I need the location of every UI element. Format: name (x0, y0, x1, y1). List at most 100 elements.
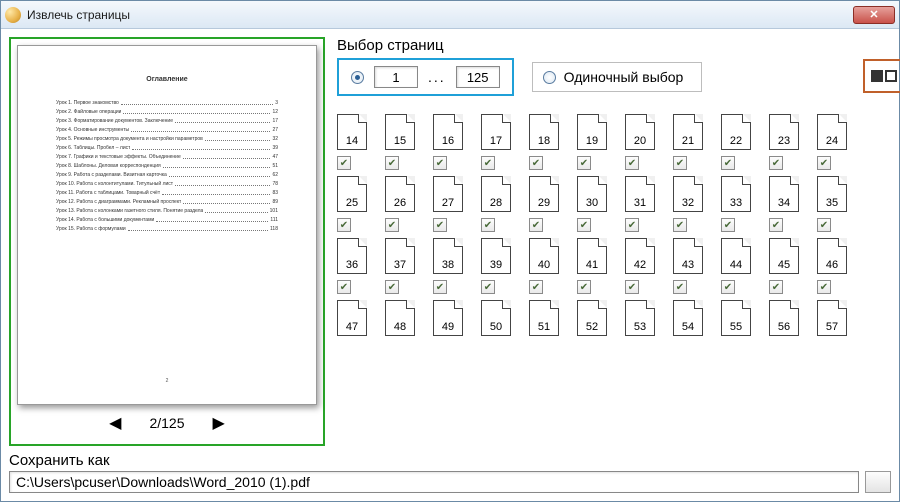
page-checkbox[interactable]: ✔ (481, 280, 495, 294)
page-thumbnail[interactable]: 17 (481, 114, 511, 150)
page-checkbox[interactable]: ✔ (481, 156, 495, 170)
page-thumbnail[interactable]: 19 (577, 114, 607, 150)
page-checkbox[interactable]: ✔ (337, 156, 351, 170)
range-from-input[interactable] (374, 66, 418, 88)
page-thumbnail[interactable]: 33 (721, 176, 751, 212)
page-thumbnail[interactable]: 53 (625, 300, 655, 336)
page-checkbox[interactable]: ✔ (385, 218, 399, 232)
browse-button[interactable] (865, 471, 891, 493)
page-checkbox[interactable]: ✔ (481, 218, 495, 232)
page-checkbox[interactable]: ✔ (673, 280, 687, 294)
page-checkbox[interactable]: ✔ (433, 156, 447, 170)
page-thumbnail[interactable]: 34 (769, 176, 799, 212)
page-thumbnail[interactable]: 52 (577, 300, 607, 336)
page-checkbox[interactable]: ✔ (577, 156, 591, 170)
page-thumbnail[interactable]: 27 (433, 176, 463, 212)
page-thumbnail[interactable]: 24 (817, 114, 847, 150)
page-thumbnail[interactable]: 37 (385, 238, 415, 274)
page-checkbox[interactable]: ✔ (625, 218, 639, 232)
page-thumbnail[interactable]: 26 (385, 176, 415, 212)
page-thumbnail[interactable]: 40 (529, 238, 559, 274)
page-thumbnail[interactable]: 57 (817, 300, 847, 336)
prev-page-button[interactable]: ◀ (109, 413, 121, 433)
page-thumbnail[interactable]: 20 (625, 114, 655, 150)
page-thumbnail[interactable]: 42 (625, 238, 655, 274)
page-thumbnail[interactable]: 36 (337, 238, 367, 274)
page-checkbox[interactable]: ✔ (529, 156, 543, 170)
page-checkbox[interactable]: ✔ (721, 218, 735, 232)
page-checkbox[interactable]: ✔ (817, 156, 831, 170)
page-thumbnail[interactable]: 56 (769, 300, 799, 336)
page-checkbox[interactable]: ✔ (769, 218, 783, 232)
page-thumbnail[interactable]: 25 (337, 176, 367, 212)
page-thumbnail[interactable]: 45 (769, 238, 799, 274)
page-checkbox[interactable]: ✔ (577, 280, 591, 294)
page-checkbox[interactable]: ✔ (817, 280, 831, 294)
page-thumbnail[interactable]: 39 (481, 238, 511, 274)
save-path-input[interactable] (9, 471, 859, 493)
page-checkbox[interactable]: ✔ (577, 218, 591, 232)
page-checkbox[interactable]: ✔ (769, 280, 783, 294)
page-checkbox[interactable]: ✔ (673, 156, 687, 170)
range-to-input[interactable] (456, 66, 500, 88)
toc-entry: Урок 8. Шаблоны. Деловая корреспонденция… (56, 163, 278, 169)
page-checkbox[interactable]: ✔ (625, 156, 639, 170)
window-title: Извлечь страницы (27, 8, 853, 22)
page-thumbnail[interactable]: 22 (721, 114, 751, 150)
list-view-icon (885, 70, 897, 82)
page-thumbnail[interactable]: 49 (433, 300, 463, 336)
page-thumbnail[interactable]: 55 (721, 300, 751, 336)
single-radio[interactable] (543, 71, 556, 84)
page-thumbnail[interactable]: 16 (433, 114, 463, 150)
view-mode-toggle[interactable] (863, 59, 900, 93)
page-thumbnail[interactable]: 50 (481, 300, 511, 336)
page-thumbnail[interactable]: 32 (673, 176, 703, 212)
page-thumbnail[interactable]: 29 (529, 176, 559, 212)
page-checkbox[interactable]: ✔ (385, 280, 399, 294)
page-checkbox[interactable]: ✔ (769, 156, 783, 170)
page-thumbnail[interactable]: 21 (673, 114, 703, 150)
page-thumbnail[interactable]: 14 (337, 114, 367, 150)
page-checkbox[interactable]: ✔ (433, 280, 447, 294)
single-selector-label: Одиночный выбор (564, 69, 684, 85)
close-button[interactable]: ✕ (853, 6, 895, 24)
page-checkbox[interactable]: ✔ (337, 218, 351, 232)
page-thumbnail[interactable]: 28 (481, 176, 511, 212)
range-radio[interactable] (351, 71, 364, 84)
page-thumbnail[interactable]: 44 (721, 238, 751, 274)
page-thumbnail[interactable]: 35 (817, 176, 847, 212)
toc-entry: Урок 14. Работа с большими документами11… (56, 217, 278, 223)
page-checkbox[interactable]: ✔ (625, 280, 639, 294)
page-checkbox[interactable]: ✔ (433, 218, 447, 232)
page-thumbnail[interactable]: 30 (577, 176, 607, 212)
page-thumbnail[interactable]: 54 (673, 300, 703, 336)
page-preview: Оглавление Урок 1. Первое знакомство3Уро… (17, 45, 317, 405)
page-thumbnail[interactable]: 38 (433, 238, 463, 274)
page-checkbox[interactable]: ✔ (529, 218, 543, 232)
toc-entry: Урок 10. Работа с колонтитулами. Титульн… (56, 181, 278, 187)
page-thumbnail[interactable]: 23 (769, 114, 799, 150)
page-thumbnail[interactable]: 31 (625, 176, 655, 212)
toc-entry: Урок 13. Работа с колонками газетного ст… (56, 208, 278, 214)
next-page-button[interactable]: ▶ (213, 413, 225, 433)
page-checkbox[interactable]: ✔ (721, 280, 735, 294)
page-checkbox[interactable]: ✔ (337, 280, 351, 294)
preview-pager: ◀ 2/125 ▶ (109, 413, 225, 433)
page-checkbox[interactable]: ✔ (817, 218, 831, 232)
toc-entry: Урок 15. Работа с формулами118 (56, 226, 278, 232)
page-checkbox[interactable]: ✔ (721, 156, 735, 170)
single-selector[interactable]: Одиночный выбор (532, 62, 703, 92)
page-checkbox[interactable]: ✔ (529, 280, 543, 294)
page-thumbnail[interactable]: 41 (577, 238, 607, 274)
page-thumbnail[interactable]: 15 (385, 114, 415, 150)
page-thumbnail[interactable]: 18 (529, 114, 559, 150)
content-area: Оглавление Урок 1. Первое знакомство3Уро… (1, 29, 899, 450)
page-checkbox[interactable]: ✔ (385, 156, 399, 170)
page-thumbnail[interactable]: 48 (385, 300, 415, 336)
selection-header: Выбор страниц (337, 37, 857, 54)
page-thumbnail[interactable]: 46 (817, 238, 847, 274)
page-thumbnail[interactable]: 47 (337, 300, 367, 336)
page-thumbnail[interactable]: 43 (673, 238, 703, 274)
page-checkbox[interactable]: ✔ (673, 218, 687, 232)
page-thumbnail[interactable]: 51 (529, 300, 559, 336)
